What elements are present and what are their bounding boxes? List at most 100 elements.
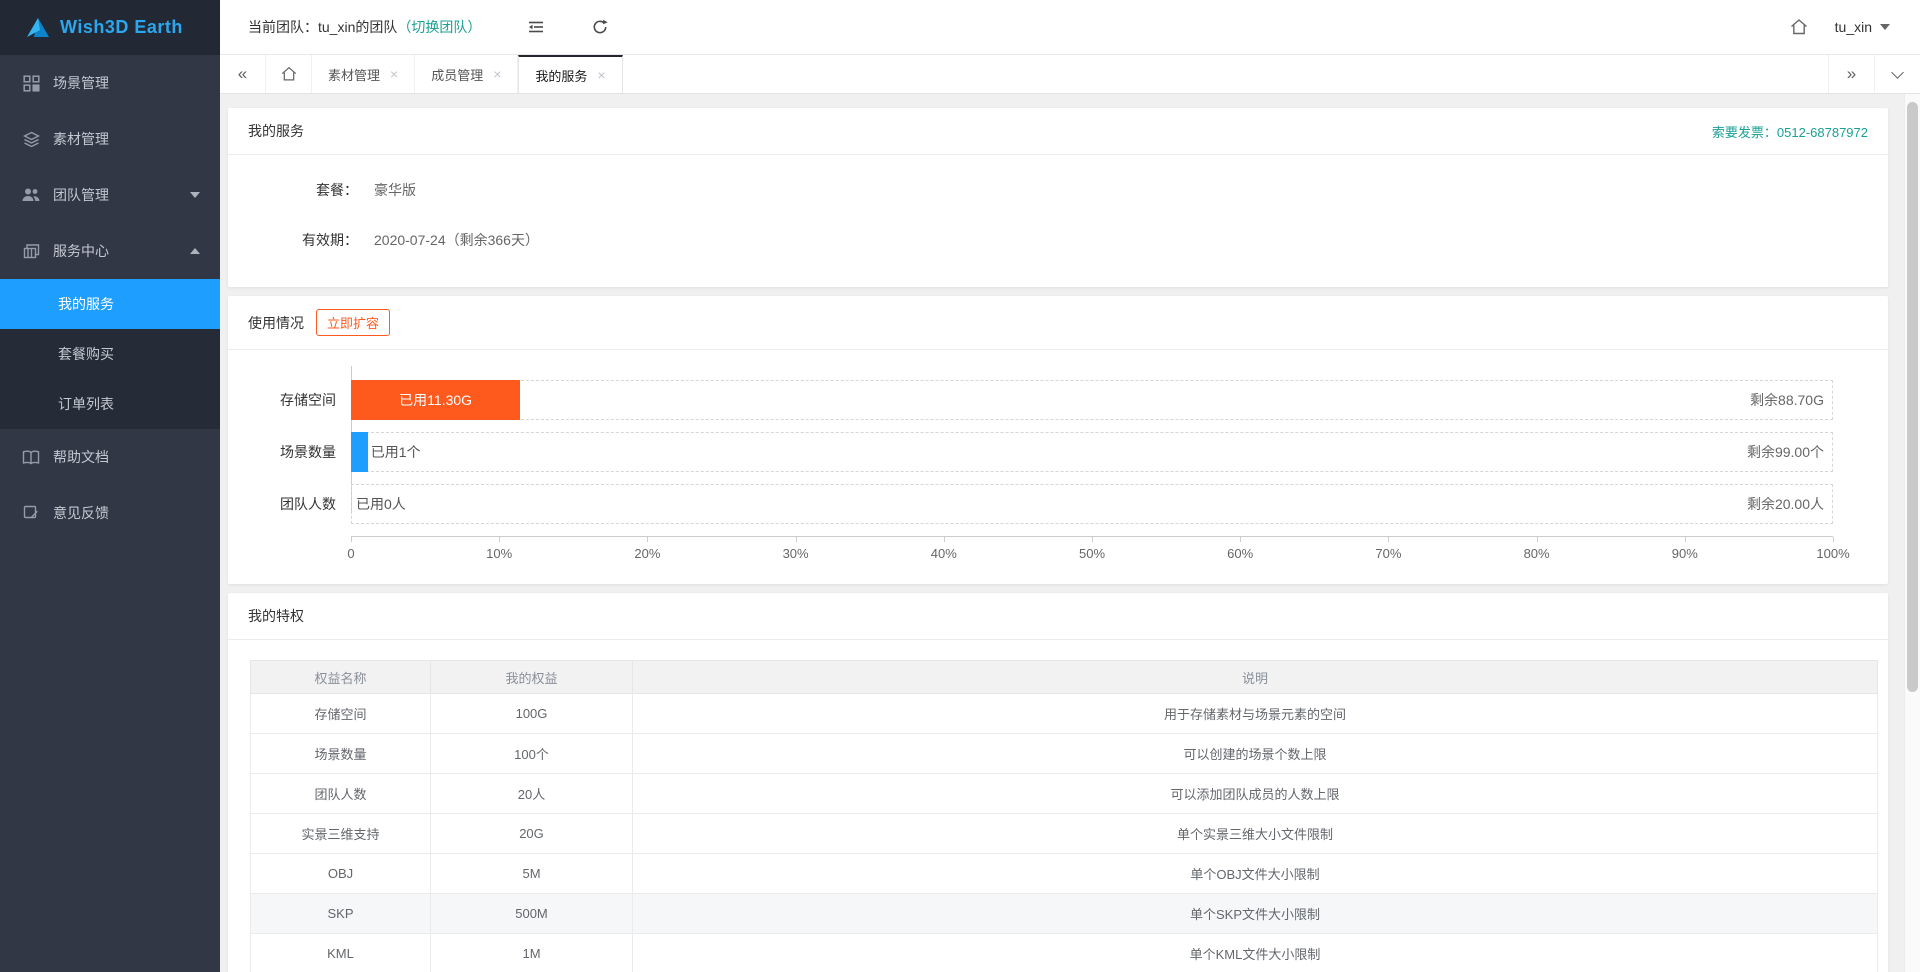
- axis-tick-mark: [944, 537, 945, 542]
- axis-tick-label: 0: [347, 546, 354, 561]
- table-cell: OBJ: [251, 854, 431, 894]
- vertical-scrollbar[interactable]: [1904, 94, 1920, 972]
- sidebar-item-label: 素材管理: [53, 129, 109, 149]
- table-cell: 5M: [431, 854, 633, 894]
- usage-title: 使用情况: [248, 313, 304, 333]
- column-header: 权益名称: [251, 661, 431, 694]
- home-tab[interactable]: [266, 55, 312, 93]
- table-cell: 单个实景三维大小文件限制: [633, 814, 1878, 854]
- brand-name: Wish3D Earth: [60, 17, 183, 38]
- chevron-up-icon: [190, 248, 200, 254]
- sidebar-item-1[interactable]: 场景管理: [0, 55, 220, 111]
- table-cell: 单个KML文件大小限制: [633, 934, 1878, 972]
- axis-tick-label: 50%: [1079, 546, 1105, 561]
- user-menu[interactable]: tu_xin: [1835, 19, 1890, 35]
- tab-成员管理[interactable]: 成员管理 ×: [415, 55, 518, 93]
- axis-tick-mark: [1240, 537, 1241, 542]
- table-cell: KML: [251, 934, 431, 972]
- table-cell: 存储空间: [251, 694, 431, 734]
- chart-used-bar: 已用11.30G: [351, 380, 520, 420]
- tab-label: 成员管理: [431, 65, 483, 84]
- remaining-value-label: 剩余88.70G: [1750, 381, 1824, 419]
- expand-now-button[interactable]: 立即扩容: [316, 309, 390, 336]
- sidebar-subitem[interactable]: 我的服务: [0, 279, 220, 329]
- validity-label: 有效期：: [248, 230, 358, 250]
- table-cell: 20G: [431, 814, 633, 854]
- home-icon[interactable]: [1789, 17, 1809, 37]
- invoice-phone-link[interactable]: 索要发票：0512-68787972: [1712, 122, 1868, 141]
- sidebar-item-4[interactable]: 服务中心: [0, 223, 220, 279]
- tab-素材管理[interactable]: 素材管理 ×: [312, 55, 415, 93]
- axis-tick-label: 80%: [1524, 546, 1550, 561]
- switch-team-link[interactable]: （切换团队）: [397, 17, 481, 37]
- axis-tick-mark: [1537, 537, 1538, 542]
- sidebar-subitem[interactable]: 订单列表: [0, 379, 220, 429]
- table-row: 实景三维支持20G单个实景三维大小文件限制: [251, 814, 1878, 854]
- tab-close-icon[interactable]: ×: [493, 66, 501, 82]
- column-header: 我的权益: [431, 661, 633, 694]
- table-cell: 500M: [431, 894, 633, 934]
- topbar: 当前团队：tu_xin的团队 （切换团队）: [220, 0, 1920, 55]
- help-doc-icon: [22, 448, 40, 466]
- tab-label: 素材管理: [328, 65, 380, 84]
- my-service-panel: 我的服务 索要发票：0512-68787972 套餐： 豪华版 有效期： 202…: [228, 108, 1888, 287]
- axis-tick-mark: [1388, 537, 1389, 542]
- chevron-down-icon: [1891, 66, 1904, 79]
- sidebar-subitem[interactable]: 套餐购买: [0, 329, 220, 379]
- chart-row-场景数量: 场景数量已用1个剩余99.00个: [228, 432, 1833, 472]
- table-cell: 单个OBJ文件大小限制: [633, 854, 1878, 894]
- axis-tick-label: 60%: [1227, 546, 1253, 561]
- tab-我的服务[interactable]: 我的服务×: [518, 55, 622, 93]
- chart-used-bar: [351, 432, 368, 472]
- chevron-down-icon: [190, 192, 200, 198]
- table-header-row: 权益名称我的权益说明: [251, 661, 1878, 694]
- sidebar-item-3[interactable]: 团队管理: [0, 167, 220, 223]
- sidebar-item-5[interactable]: 帮助文档: [0, 429, 220, 485]
- axis-tick-label: 30%: [783, 546, 809, 561]
- brand-logo[interactable]: Wish3D Earth: [0, 0, 220, 55]
- used-value-label: 已用0人: [356, 485, 406, 523]
- content-area: 我的服务 索要发票：0512-68787972 套餐： 豪华版 有效期： 202…: [220, 94, 1920, 972]
- table-cell: SKP: [251, 894, 431, 934]
- refresh-icon[interactable]: [591, 18, 609, 36]
- sidebar-item-2[interactable]: 素材管理: [0, 111, 220, 167]
- tab-close-icon[interactable]: ×: [390, 66, 398, 82]
- sidebar-item-6[interactable]: 意见反馈: [0, 485, 220, 541]
- axis-tick-mark: [351, 537, 352, 542]
- chart-x-axis: 010%20%30%40%50%60%70%80%90%100%: [351, 536, 1833, 566]
- tab-close-icon[interactable]: ×: [597, 67, 605, 83]
- tabs-dropdown-button[interactable]: [1874, 55, 1920, 93]
- privilege-title: 我的特权: [248, 606, 304, 626]
- sidebar-submenu: 我的服务套餐购买订单列表: [0, 279, 220, 429]
- table-cell: 用于存储素材与场景元素的空间: [633, 694, 1878, 734]
- sidebar-item-label: 帮助文档: [53, 447, 109, 467]
- sidebar-subitem-label: 套餐购买: [58, 344, 114, 364]
- package-label: 套餐：: [248, 180, 358, 200]
- sidebar-menu: 场景管理素材管理团队管理服务中心我的服务套餐购买订单列表帮助文档意见反馈: [0, 55, 220, 972]
- user-caret-icon: [1880, 24, 1890, 30]
- table-cell: 团队人数: [251, 774, 431, 814]
- validity-value: 2020-07-24（剩余366天）: [374, 230, 539, 250]
- privilege-panel: 我的特权 权益名称我的权益说明存储空间100G用于存储素材与场景元素的空间场景数…: [228, 593, 1888, 972]
- table-cell: 场景数量: [251, 734, 431, 774]
- sidebar-subitem-label: 我的服务: [58, 294, 114, 314]
- scene-grid-icon: [22, 74, 40, 92]
- axis-tick-mark: [1685, 537, 1686, 542]
- username: tu_xin: [1835, 19, 1872, 35]
- sidebar-item-label: 场景管理: [53, 73, 109, 93]
- current-team-label: 当前团队：tu_xin的团队: [248, 17, 397, 37]
- tabs-scroll-left-button[interactable]: «: [220, 55, 266, 93]
- chart-category-label: 存储空间: [228, 390, 351, 410]
- open-tabs: 素材管理×成员管理×我的服务×: [312, 55, 623, 93]
- remaining-value-label: 剩余99.00个: [1747, 433, 1824, 471]
- scrollbar-thumb[interactable]: [1907, 102, 1918, 692]
- tabs-scroll-right-button[interactable]: »: [1828, 55, 1874, 93]
- axis-tick-label: 100%: [1816, 546, 1849, 561]
- axis-tick-mark: [1092, 537, 1093, 542]
- axis-tick-label: 10%: [486, 546, 512, 561]
- table-row: SKP500M单个SKP文件大小限制: [251, 894, 1878, 934]
- table-cell: 单个SKP文件大小限制: [633, 894, 1878, 934]
- collapse-menu-icon[interactable]: [527, 18, 545, 36]
- app-window: Wish3D Earth 场景管理素材管理团队管理服务中心我的服务套餐购买订单列…: [0, 0, 1920, 972]
- usage-panel: 使用情况 立即扩容 存储空间已用11.30G 剩余88.70G 场景数量已用1个剩余…: [228, 296, 1888, 584]
